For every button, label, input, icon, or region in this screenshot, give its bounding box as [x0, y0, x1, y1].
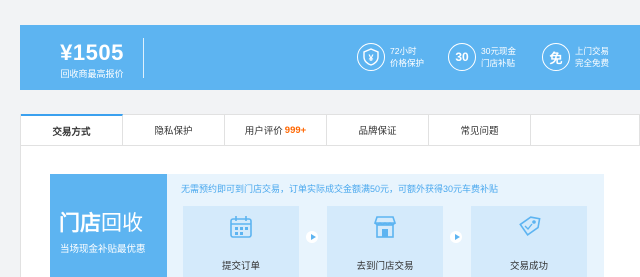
store-recycle-card: 门店回收 当场现金补贴最优惠 [50, 174, 167, 277]
perk-line2: 价格保护 [390, 58, 425, 68]
tab-privacy[interactable]: 隐私保护 [123, 115, 225, 145]
shield-yen-icon: ¥ [357, 43, 385, 71]
step-label: 提交订单 [221, 261, 260, 272]
trade-method-panel: 门店回收 当场现金补贴最优惠 无需预约即可到门店交易，订单实际成交金额满50元，… [20, 146, 640, 277]
tab-label: 交易方式 [52, 126, 91, 138]
step-label: 去到门店交易 [356, 261, 414, 272]
arrow-right-icon [450, 231, 462, 243]
step-trade-success: 交易成功 [471, 206, 587, 277]
shield-glyph: ¥ [368, 53, 373, 63]
subsidy-note: 无需预约即可到门店交易，订单实际成交金额满50元，可额外获得30元车费补贴 [181, 184, 499, 194]
tab-faq[interactable]: 常见问题 [429, 115, 531, 145]
perk-text: 72小时 价格保护 [390, 45, 424, 69]
free-badge-icon: 免 [542, 43, 570, 71]
tab-brand-guarantee[interactable]: 品牌保证 [327, 115, 429, 145]
perk-line1: 72小时 [390, 46, 417, 56]
step-go-to-store: 去到门店交易 [327, 206, 443, 277]
tab-label: 品牌保证 [358, 126, 397, 137]
store-subtitle: 当场现金补贴最优惠 [60, 244, 146, 255]
step-submit-order: 提交订单 [183, 206, 299, 277]
trade-flow: 无需预约即可到门店交易，订单实际成交金额满50元，可额外获得30元车费补贴 提交… [167, 174, 604, 277]
tab-label: 常见问题 [460, 126, 499, 137]
tab-trade-method[interactable]: 交易方式 [21, 114, 123, 145]
arrow-right-icon [306, 231, 318, 243]
tab-user-reviews[interactable]: 用户评价 999+ [225, 115, 327, 145]
store-icon [373, 216, 397, 238]
store-title: 门店回收 [59, 212, 143, 236]
perk-line2: 门店补贴 [481, 58, 516, 68]
divider [143, 38, 144, 78]
tab-label: 用户评价 [244, 126, 283, 137]
tab-label: 隐私保护 [154, 126, 193, 137]
perk-line1: 上门交易 [575, 46, 610, 56]
store-title-rest: 回收 [101, 212, 143, 235]
thirty-badge-icon: 30 [448, 43, 476, 71]
price-subtitle: 回收商最高报价 [60, 69, 124, 79]
step-label: 交易成功 [509, 261, 548, 272]
perk-text: 上门交易 完全免费 [575, 45, 609, 69]
perk-line1: 30元现金 [481, 46, 516, 56]
price-block: ¥1505 回收商最高报价 [52, 42, 132, 80]
perk-text: 30元现金 门店补贴 [481, 45, 516, 69]
store-title-bold: 门店 [59, 212, 101, 235]
price-value: ¥1505 [60, 40, 124, 65]
calendar-icon [230, 216, 252, 238]
tag-icon [519, 216, 541, 236]
perk-line2: 完全免费 [575, 58, 610, 68]
price-banner: ¥1505 回收商最高报价 ¥ 72小时 价格保护 30 30元现金 门店补贴 [20, 25, 640, 90]
flow-steps: 提交订单 去到门店交易 交易成功 [167, 206, 604, 277]
review-count-badge: 999+ [284, 124, 307, 136]
tab-bar: 交易方式 隐私保护 用户评价 999+ 品牌保证 常见问题 [20, 114, 640, 146]
page: ¥1505 回收商最高报价 ¥ 72小时 价格保护 30 30元现金 门店补贴 [0, 0, 640, 277]
